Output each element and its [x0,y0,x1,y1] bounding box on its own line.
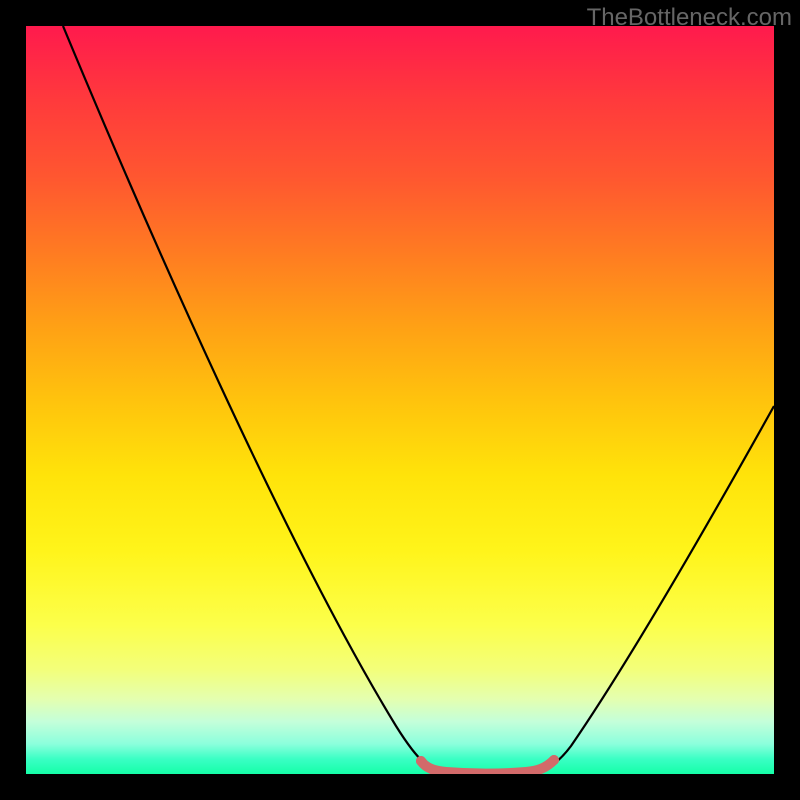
highlight-dot-left [416,756,426,766]
highlight-dot-right [549,755,559,765]
chart-frame: TheBottleneck.com [0,0,800,800]
watermark-text: TheBottleneck.com [587,4,792,32]
bottleneck-curve-path [63,26,774,774]
highlight-region-path [421,760,554,774]
chart-svg [26,26,774,774]
